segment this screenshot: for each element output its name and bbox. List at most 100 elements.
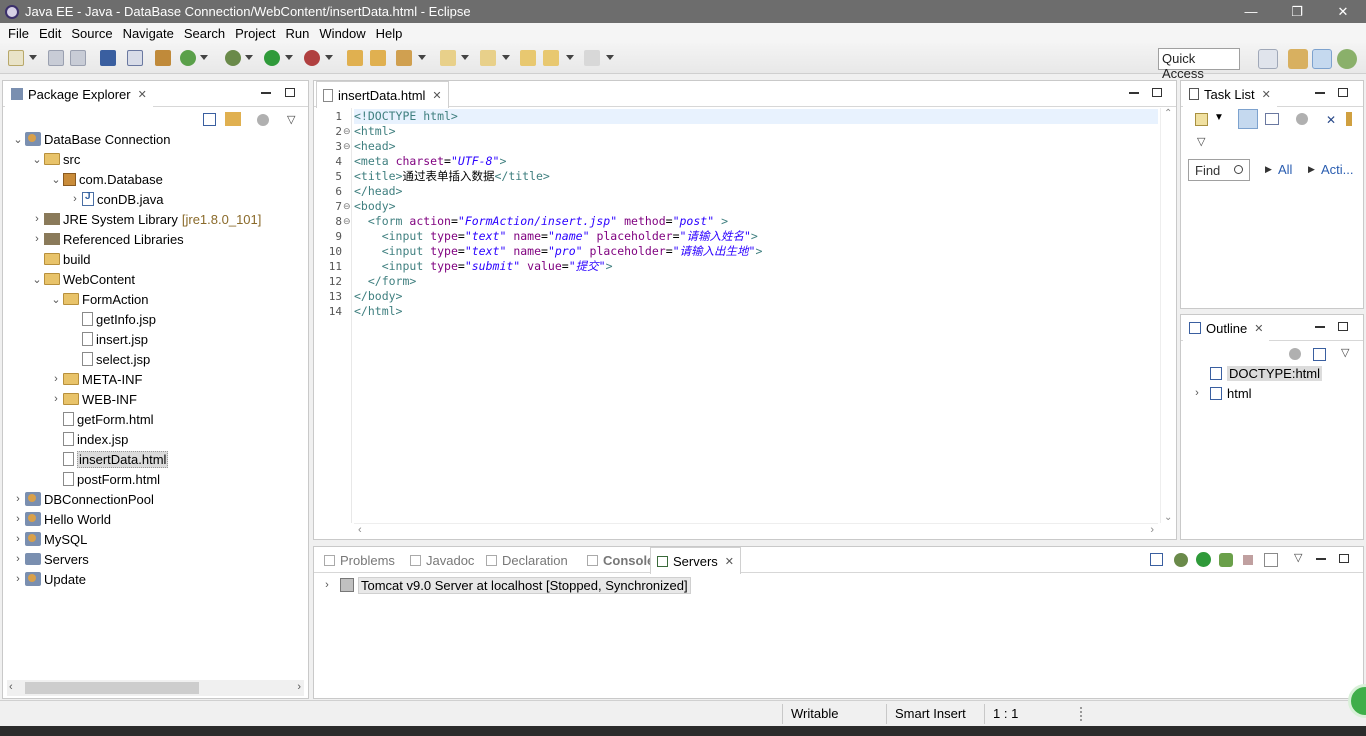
tab-console[interactable]: Console: [581, 547, 660, 573]
focus-task-icon[interactable]: [1296, 113, 1308, 125]
code-line[interactable]: <input type="text" name="pro" placeholde…: [354, 244, 1158, 259]
collapse-icon[interactable]: ⌄: [49, 173, 63, 186]
code-line[interactable]: </head>: [354, 184, 1158, 199]
code-line[interactable]: </form>: [354, 274, 1158, 289]
skip-breakpoints-icon[interactable]: [127, 50, 143, 66]
find-field[interactable]: Find: [1188, 159, 1250, 181]
start-server-icon[interactable]: [1196, 552, 1211, 567]
tree-item[interactable]: postForm.html: [49, 469, 160, 489]
expand-icon[interactable]: ›: [11, 573, 25, 585]
code-line[interactable]: </body>: [354, 289, 1158, 304]
expand-icon[interactable]: ›: [11, 493, 25, 505]
fold-toggle-icon[interactable]: ⊖: [343, 199, 351, 214]
code-line[interactable]: <body>: [354, 199, 1158, 214]
expand-icon[interactable]: ›: [1189, 387, 1205, 399]
run-external-tools-icon[interactable]: [304, 50, 320, 66]
java-ee-perspective-icon[interactable]: [1312, 49, 1332, 69]
categorized-icon[interactable]: [1238, 109, 1258, 129]
last-edit-location-icon[interactable]: [520, 50, 536, 66]
profile-server-icon[interactable]: [1219, 553, 1233, 567]
menu-search[interactable]: Search: [179, 26, 230, 41]
code-line[interactable]: <input type="submit" value="提交">: [354, 259, 1158, 274]
search-dropdown-icon[interactable]: [418, 55, 426, 62]
tree-item[interactable]: ⌄ src: [30, 149, 80, 169]
run-dropdown-icon[interactable]: [285, 55, 293, 62]
activate-link[interactable]: Acti...: [1321, 162, 1354, 177]
tab-javadoc[interactable]: Javadoc: [404, 547, 480, 573]
close-icon[interactable]: ✕: [1254, 322, 1263, 335]
menu-file[interactable]: File: [3, 26, 34, 41]
menu-help[interactable]: Help: [371, 26, 408, 41]
tree-item[interactable]: insert.jsp: [68, 329, 148, 349]
code-line[interactable]: <head>: [354, 139, 1158, 154]
debug-dropdown-icon[interactable]: [245, 55, 253, 62]
minimize-view-icon[interactable]: [1315, 326, 1325, 328]
debug-perspective-icon[interactable]: [1337, 49, 1357, 69]
expand-icon[interactable]: ›: [11, 513, 25, 525]
close-icon[interactable]: ✕: [138, 88, 147, 101]
tree-item[interactable]: › Update: [11, 569, 86, 589]
scrollbar-thumb[interactable]: [25, 682, 199, 694]
menu-source[interactable]: Source: [66, 26, 117, 41]
minimize-view-icon[interactable]: [261, 92, 271, 94]
tree-item[interactable]: getInfo.jsp: [68, 309, 156, 329]
stop-server-icon[interactable]: [1243, 555, 1253, 565]
scroll-up-icon[interactable]: ⌃: [1164, 108, 1172, 119]
run-icon[interactable]: [264, 50, 280, 66]
view-menu-icon[interactable]: ▽: [1197, 135, 1205, 148]
scroll-left-icon[interactable]: ‹: [9, 681, 13, 693]
expand-icon[interactable]: ›: [11, 533, 25, 545]
new-class-dropdown-icon[interactable]: [200, 55, 208, 62]
tab-insertdata-html[interactable]: insertData.html ✕: [316, 81, 449, 108]
tree-item[interactable]: ⌄ com.Database: [49, 169, 162, 189]
new-dropdown-icon[interactable]: [29, 55, 37, 62]
code-line[interactable]: <html>: [354, 124, 1158, 139]
debug-server-icon[interactable]: [1174, 553, 1188, 567]
publish-icon[interactable]: [1264, 553, 1278, 567]
code-line[interactable]: <!DOCTYPE html>: [354, 109, 1158, 124]
menu-run[interactable]: Run: [281, 26, 315, 41]
menu-navigate[interactable]: Navigate: [118, 26, 179, 41]
tree-item[interactable]: index.jsp: [49, 429, 128, 449]
menu-edit[interactable]: Edit: [34, 26, 66, 41]
expand-icon[interactable]: ›: [30, 233, 44, 245]
scroll-down-icon[interactable]: ⌄: [1164, 512, 1172, 523]
code-area[interactable]: <!DOCTYPE html> <html> <head> <meta charset…: [354, 108, 1158, 523]
collapse-icon[interactable]: ⌄: [30, 273, 44, 286]
vertical-scrollbar[interactable]: ⌃ ⌄: [1160, 108, 1176, 523]
scroll-right-icon[interactable]: ›: [1150, 524, 1154, 536]
expand-icon[interactable]: ›: [30, 213, 44, 225]
forward-dropdown-icon[interactable]: [606, 55, 614, 62]
quick-access-field[interactable]: Quick Access: [1158, 48, 1240, 81]
editor-body[interactable]: 1 2 ⊖ 3 ⊖ 4 5 6 7 ⊖ 8 ⊖ 9 10 11 12 13 14 <!DOCTYPE html> <…: [314, 108, 1176, 539]
next-annotation-icon[interactable]: [440, 50, 456, 66]
close-icon[interactable]: ✕: [432, 89, 441, 102]
tab-declaration[interactable]: Declaration: [480, 547, 574, 573]
tree-item[interactable]: › MySQL: [11, 529, 87, 549]
tab-package-explorer[interactable]: Package Explorer ✕: [5, 81, 153, 107]
minimize-view-icon[interactable]: [1316, 558, 1326, 560]
open-perspective-icon[interactable]: [1258, 49, 1278, 69]
tab-servers[interactable]: Servers ✕: [650, 547, 742, 574]
maximize-view-icon[interactable]: [285, 88, 295, 97]
focus-icon[interactable]: [1289, 348, 1301, 360]
save-all-icon[interactable]: [70, 50, 86, 66]
tree-item[interactable]: › Referenced Libraries: [30, 229, 184, 249]
link-with-editor-icon[interactable]: [225, 112, 241, 126]
minimize-button[interactable]: —: [1228, 0, 1274, 23]
expand-icon[interactable]: ›: [49, 393, 63, 405]
code-line[interactable]: <title>通过表单插入数据</title>: [354, 169, 1158, 184]
hide-completed-icon[interactable]: ✕: [1326, 113, 1336, 127]
expand-icon[interactable]: ›: [49, 373, 63, 385]
outline-item[interactable]: › html: [1189, 383, 1251, 403]
maximize-view-icon[interactable]: [1338, 88, 1348, 97]
view-menu-icon[interactable]: ▽: [1341, 346, 1349, 359]
maximize-view-icon[interactable]: [1152, 88, 1162, 97]
tree-item[interactable]: select.jsp: [68, 349, 150, 369]
tree-item[interactable]: › WEB-INF: [49, 389, 137, 409]
forward-icon[interactable]: [584, 50, 600, 66]
outline-item[interactable]: DOCTYPE:html: [1189, 363, 1323, 383]
external-tools-dropdown-icon[interactable]: [325, 55, 333, 62]
open-type-icon[interactable]: [347, 50, 363, 66]
open-task-icon[interactable]: [370, 50, 386, 66]
